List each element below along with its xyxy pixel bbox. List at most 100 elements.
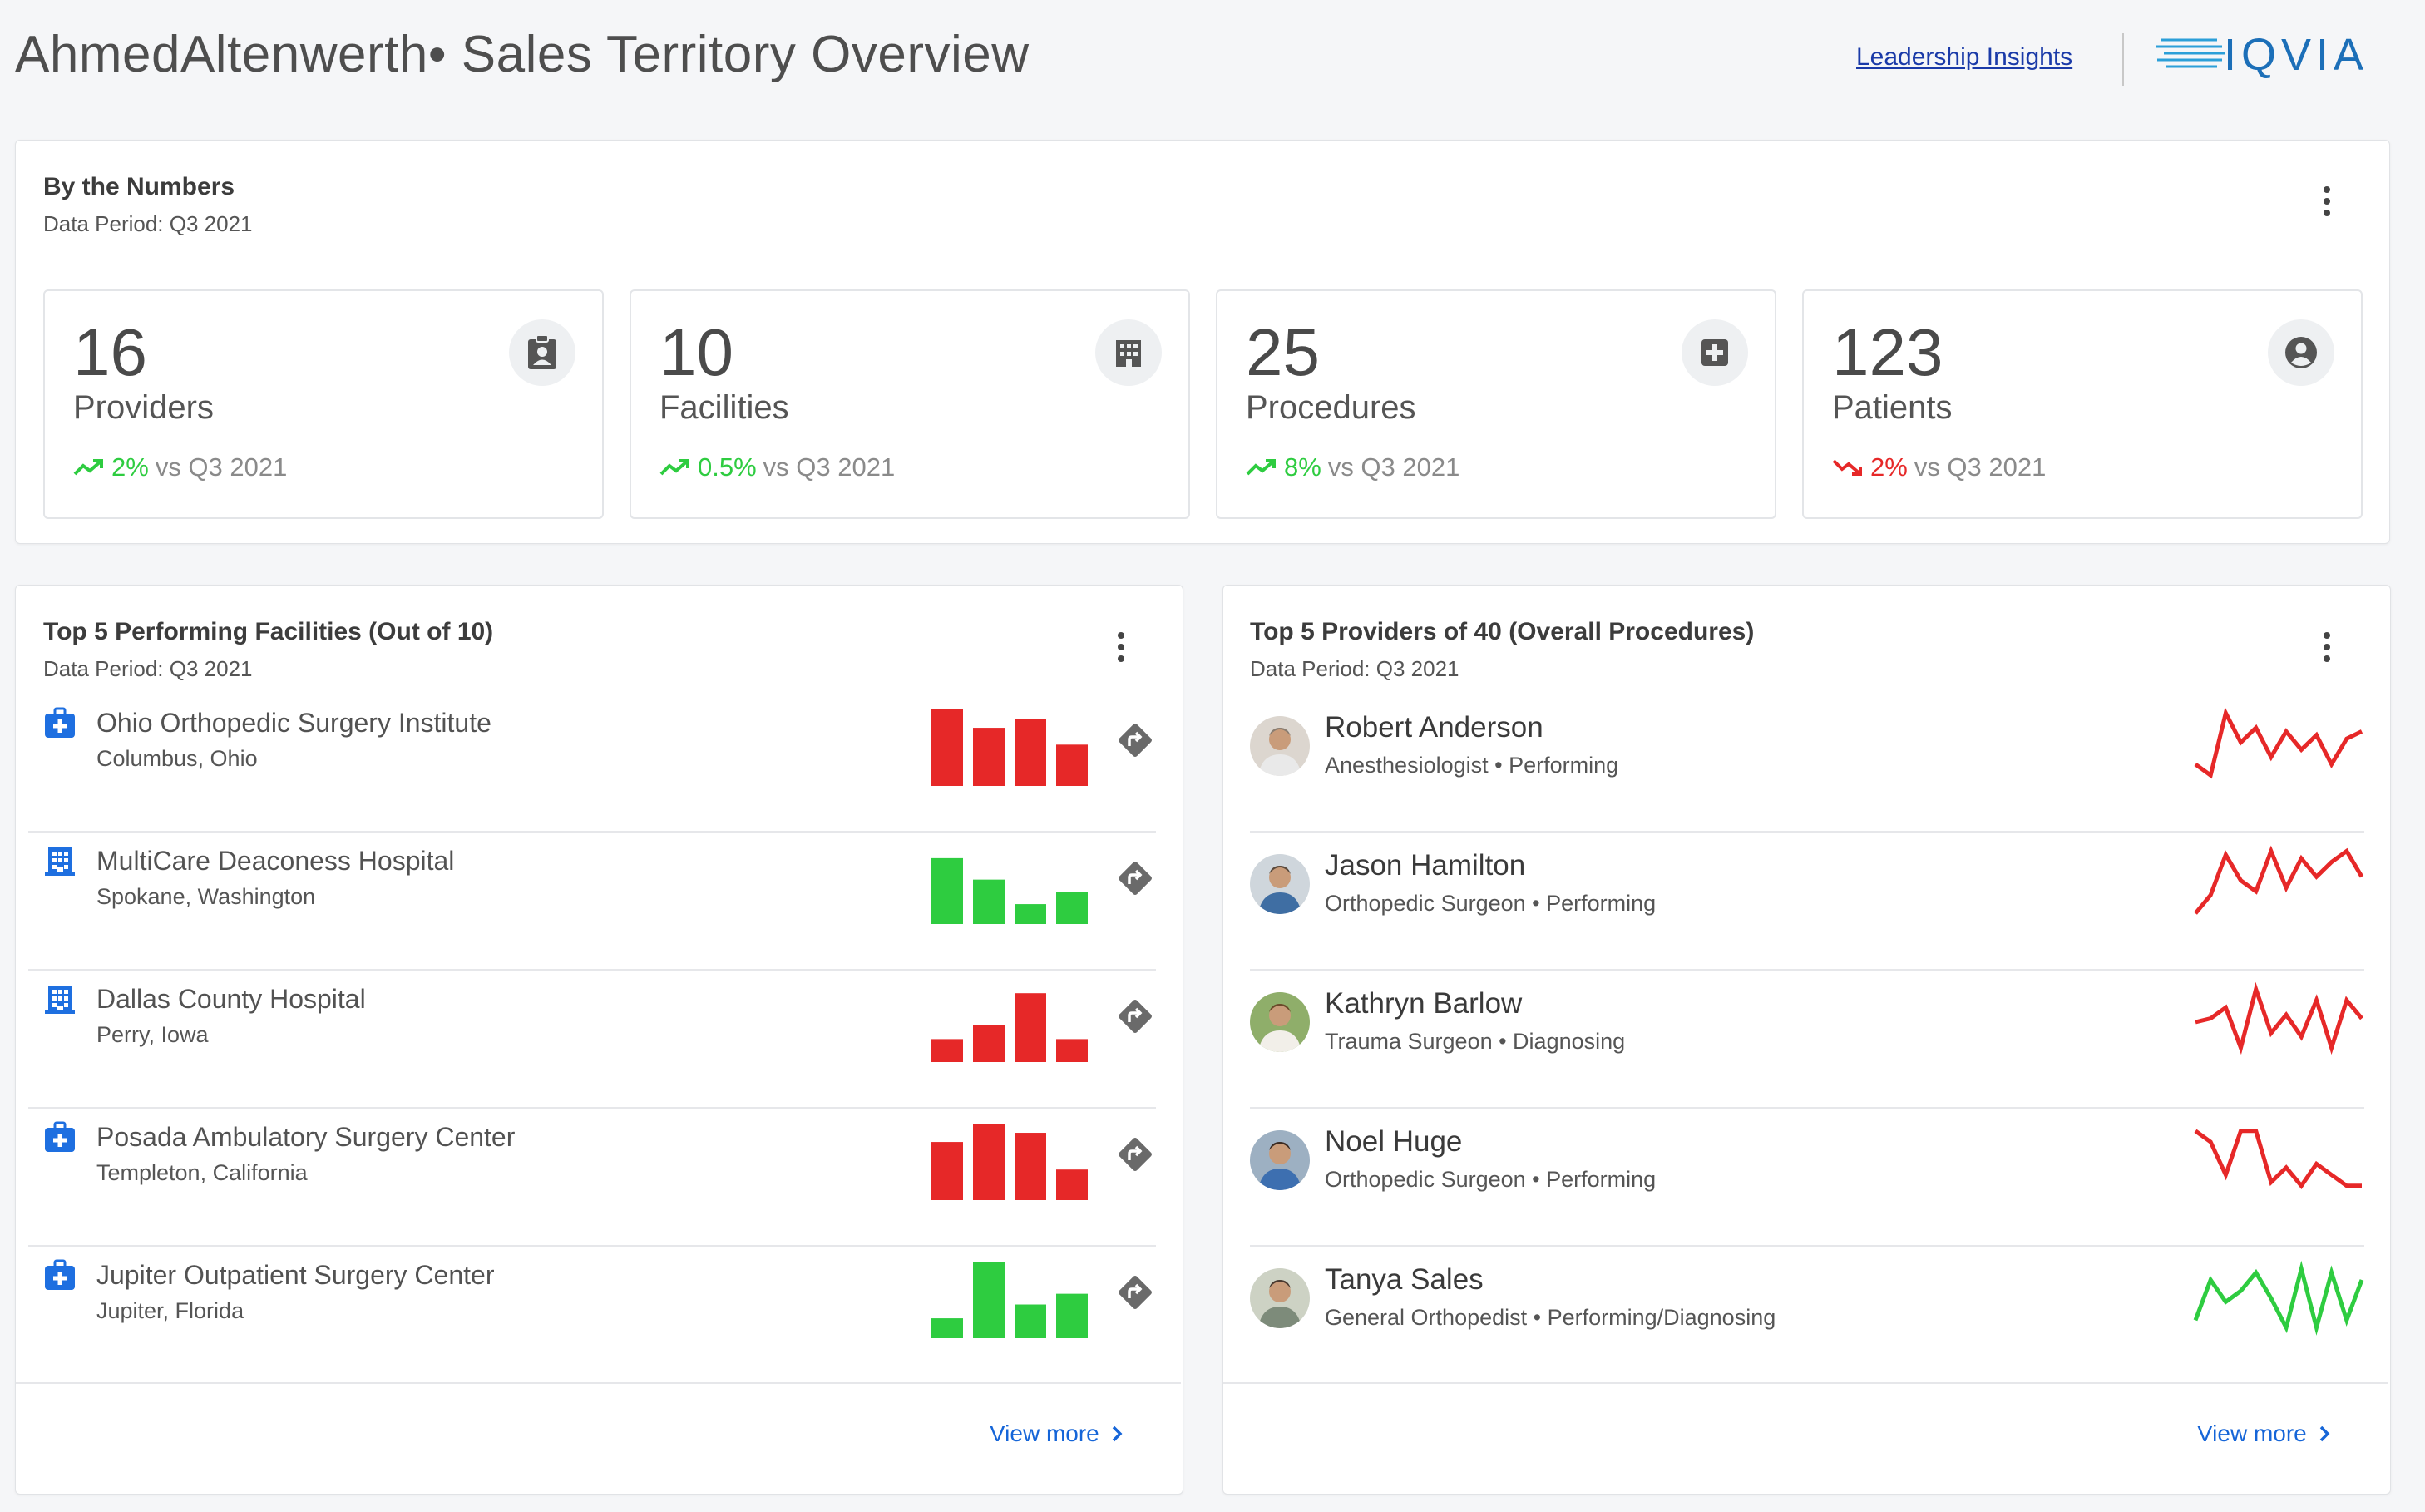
provider-name: Tanya Sales [1325,1263,1484,1296]
stat-label: Providers [73,389,214,426]
facilities-more-options-button[interactable] [1104,624,1138,670]
providers-more-options-button[interactable] [2310,624,2344,670]
facility-bar-chart [931,709,1088,786]
facility-bar-chart [931,993,1088,1062]
provider-name: Noel Huge [1325,1125,1463,1158]
bar [931,1318,963,1338]
bar [1015,993,1046,1062]
provider-row[interactable]: Noel Huge Orthopedic Surgeon • Performing [1250,1107,2364,1247]
stat-value: 10 [659,315,733,389]
avatar [1250,1268,1310,1328]
directions-icon[interactable] [1114,1272,1156,1313]
stat-card-providers: 16 Providers 2% vs Q3 2021 [43,289,604,519]
bar [973,1124,1005,1200]
bar [1015,719,1046,786]
provider-name: Robert Anderson [1325,711,1543,744]
stat-trend: 2% vs Q3 2021 [73,452,287,482]
facility-name: Jupiter Outpatient Surgery Center [96,1260,495,1290]
avatar [1250,992,1310,1052]
provider-row[interactable]: Robert Anderson Anesthesiologist • Perfor… [1250,693,2364,833]
view-more-label: View more [2197,1421,2307,1446]
stat-change: 8% [1284,452,1321,482]
trend-up-icon [1246,459,1276,476]
bar [1056,1293,1088,1338]
medical-kit-icon [43,706,77,739]
provider-sparkline [2193,1260,2364,1336]
stat-compare: vs Q3 2021 [1327,452,1460,482]
facility-name: Posada Ambulatory Surgery Center [96,1122,516,1152]
facility-location: Spokane, Washington [96,884,316,909]
provider-row[interactable]: Kathryn Barlow Trauma Surgeon • Diagnosin… [1250,969,2364,1109]
sparkline-path [2194,1129,2362,1189]
stat-trend: 2% vs Q3 2021 [1832,452,2046,482]
building-icon [43,844,77,877]
stat-card-facilities: 10 Facilities 0.5% vs Q3 2021 [630,289,1190,519]
page-title: AhmedAltenwerth• Sales Territory Overvie… [15,26,1030,83]
bar [931,1039,963,1062]
facility-bar-chart [931,1124,1088,1200]
directions-icon[interactable] [1114,857,1156,899]
facility-bar-chart [931,857,1088,924]
bar [931,1142,963,1200]
provider-role: General Orthopedist • Performing/Diagnos… [1325,1305,1776,1330]
directions-icon[interactable] [1114,996,1156,1037]
provider-sparkline [2194,845,2364,915]
bar [1056,1039,1088,1062]
facility-row[interactable]: Dallas County Hospital Perry, Iowa [28,969,1156,1109]
chevron-right-icon [2319,1426,2330,1442]
provider-row[interactable]: Tanya Sales General Orthopedist • Perform… [1250,1245,2364,1383]
bar [973,728,1005,786]
more-options-button[interactable] [2310,178,2344,225]
header-divider [2122,33,2124,86]
stat-value: 25 [1246,315,1320,389]
bar [1056,892,1088,924]
provider-row[interactable]: Jason Hamilton Orthopedic Surgeon • Perfo… [1250,831,2364,971]
facility-row[interactable]: MultiCare Deaconess Hospital Spokane, Was… [28,831,1156,971]
by-the-numbers-title: By the Numbers [43,173,235,200]
provider-sparkline [2194,1129,2362,1189]
top-facilities-period: Data Period: Q3 2021 [43,656,253,681]
stat-change: 0.5% [698,452,757,482]
stat-value: 123 [1832,315,1943,389]
bar [931,857,963,924]
directions-icon[interactable] [1114,1134,1156,1175]
facility-row[interactable]: Jupiter Outpatient Surgery Center Jupiter… [28,1245,1156,1383]
stat-compare: vs Q3 2021 [763,452,896,482]
sparkline-path [2195,981,2363,1055]
facility-location: Jupiter, Florida [96,1298,244,1323]
bar [931,709,963,786]
medical-kit-icon [43,1120,77,1154]
bar [1015,1133,1046,1200]
leadership-insights-link[interactable]: Leadership Insights [1856,43,2072,72]
provider-role: Orthopedic Surgeon • Performing [1325,1167,1657,1192]
person-icon [2268,319,2334,386]
trend-down-icon [1832,459,1862,476]
by-the-numbers-period: Data Period: Q3 2021 [43,211,253,236]
medical-plus-icon [1682,319,1748,386]
facility-name: Dallas County Hospital [96,984,366,1014]
stat-card-procedures: 25 Procedures 8% vs Q3 2021 [1216,289,1776,519]
facility-row[interactable]: Ohio Orthopedic Surgery Institute Columbu… [28,693,1156,833]
card-footer-divider [1223,1382,2388,1384]
stat-card-patients: 123 Patients 2% vs Q3 2021 [1802,289,2363,519]
stat-trend: 8% vs Q3 2021 [1246,452,1459,482]
provider-name: Kathryn Barlow [1325,987,1523,1020]
provider-badge-icon [509,319,575,386]
provider-sparkline [2194,707,2363,779]
card-footer-divider [16,1382,1181,1384]
providers-view-more-link[interactable]: View more [2197,1421,2330,1447]
bar [1056,744,1088,786]
facility-location: Columbus, Ohio [96,746,258,771]
avatar [1250,854,1310,914]
directions-icon[interactable] [1114,719,1156,761]
bar [1015,1304,1046,1338]
bar [973,879,1005,924]
stat-change: 2% [111,452,149,482]
facilities-view-more-link[interactable]: View more [990,1421,1123,1447]
provider-role: Orthopedic Surgeon • Performing [1325,891,1657,916]
top-providers-period: Data Period: Q3 2021 [1250,656,1459,681]
provider-sparkline [2195,981,2363,1055]
facility-name: MultiCare Deaconess Hospital [96,846,455,876]
facility-row[interactable]: Posada Ambulatory Surgery Center Templeto… [28,1107,1156,1247]
sparkline-path [2194,845,2364,915]
